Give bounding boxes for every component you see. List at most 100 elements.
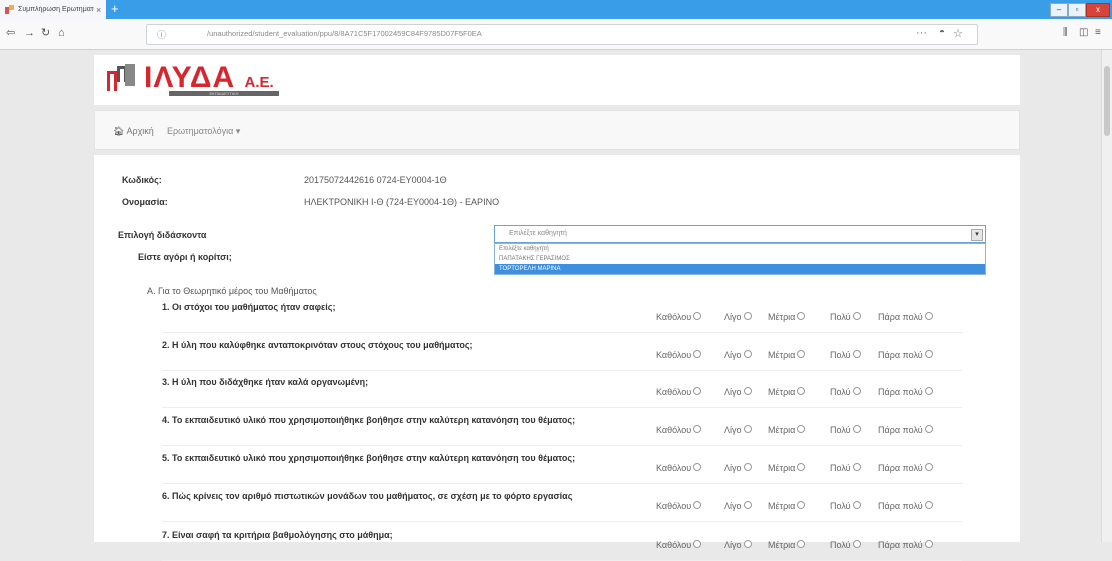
radio-button[interactable] bbox=[743, 387, 752, 395]
rating-option[interactable]: Μέτρια bbox=[768, 425, 806, 435]
window-minimize-button[interactable]: – bbox=[1050, 3, 1068, 17]
radio-button[interactable] bbox=[924, 425, 933, 433]
question-row: 5. Το εκπαιδευτικό υλικό που χρησιμοποιή… bbox=[162, 453, 962, 484]
teacher-select-label: Επιλογή διδάσκοντα bbox=[118, 230, 207, 240]
radio-button[interactable] bbox=[797, 387, 806, 395]
sidebar-icon[interactable]: ◫ bbox=[1079, 26, 1088, 40]
radio-button[interactable] bbox=[924, 540, 933, 548]
rating-option[interactable]: Καθόλου bbox=[656, 350, 702, 360]
radio-button[interactable] bbox=[852, 350, 861, 358]
rating-option-label: Καθόλου bbox=[656, 387, 692, 397]
browser-tab[interactable]: Συμπλήρωση Ερωτηματολογ × bbox=[0, 0, 106, 19]
window-close-button[interactable]: x bbox=[1086, 3, 1110, 17]
url-text[interactable]: /unauthorized/student_evaluation/ppu/8/8… bbox=[207, 29, 482, 38]
radio-button[interactable] bbox=[852, 501, 861, 509]
new-tab-button[interactable]: + bbox=[111, 1, 119, 17]
rating-option[interactable]: Καθόλου bbox=[656, 463, 702, 473]
teacher-option[interactable]: ΠΑΠΑΤΑΚΗΣ ΓΕΡΑΣΙΜΟΣ bbox=[495, 254, 985, 264]
radio-button[interactable] bbox=[743, 540, 752, 548]
rating-option[interactable]: Πολύ bbox=[830, 350, 861, 360]
radio-button[interactable] bbox=[852, 312, 861, 320]
radio-button[interactable] bbox=[743, 425, 752, 433]
teacher-select[interactable]: Επιλέξτε καθηγητή ▾ bbox=[494, 225, 986, 243]
rating-option[interactable]: Καθόλου bbox=[656, 501, 702, 511]
radio-button[interactable] bbox=[924, 387, 933, 395]
rating-option[interactable]: Πολύ bbox=[830, 463, 861, 473]
rating-option[interactable]: Λίγο bbox=[724, 350, 752, 360]
radio-button[interactable] bbox=[693, 425, 702, 433]
rating-option[interactable]: Λίγο bbox=[724, 463, 752, 473]
rating-option[interactable]: Πάρα πολύ bbox=[878, 350, 933, 360]
rating-option[interactable]: Λίγο bbox=[724, 501, 752, 511]
rating-option[interactable]: Πολύ bbox=[830, 312, 861, 322]
url-bar[interactable]: ⓘ /unauthorized/student_evaluation/ppu/8… bbox=[146, 24, 978, 45]
rating-option[interactable]: Πάρα πολύ bbox=[878, 312, 933, 322]
teacher-option-highlighted[interactable]: ΤΟΡΤΟΡΕΛΗ ΜΑΡΙΝΑ bbox=[495, 264, 985, 274]
rating-option[interactable]: Πάρα πολύ bbox=[878, 501, 933, 511]
radio-button[interactable] bbox=[693, 387, 702, 395]
radio-button[interactable] bbox=[797, 540, 806, 548]
rating-option[interactable]: Μέτρια bbox=[768, 463, 806, 473]
radio-button[interactable] bbox=[693, 312, 702, 320]
rating-option[interactable]: Καθόλου bbox=[656, 312, 702, 322]
radio-button[interactable] bbox=[852, 425, 861, 433]
radio-button[interactable] bbox=[743, 463, 752, 471]
radio-button[interactable] bbox=[852, 463, 861, 471]
rating-option-label: Καθόλου bbox=[656, 350, 692, 360]
pocket-icon[interactable]: ◓ bbox=[939, 27, 945, 38]
radio-button[interactable] bbox=[924, 501, 933, 509]
rating-option[interactable]: Πάρα πολύ bbox=[878, 425, 933, 435]
nav-questionnaires-dropdown[interactable]: Ερωτηματολόγια ▾ bbox=[167, 126, 240, 137]
page-actions-icon[interactable]: ··· bbox=[916, 27, 927, 39]
chevron-down-icon[interactable]: ▾ bbox=[971, 229, 983, 241]
bookmark-star-icon[interactable]: ☆ bbox=[953, 27, 963, 40]
radio-button[interactable] bbox=[693, 463, 702, 471]
home-icon[interactable]: ⌂ bbox=[58, 26, 65, 40]
rating-option[interactable]: Μέτρια bbox=[768, 501, 806, 511]
radio-button[interactable] bbox=[797, 463, 806, 471]
radio-button[interactable] bbox=[797, 501, 806, 509]
forward-icon[interactable]: → bbox=[24, 26, 35, 40]
radio-button[interactable] bbox=[693, 501, 702, 509]
rating-option[interactable]: Λίγο bbox=[724, 312, 752, 322]
radio-button[interactable] bbox=[797, 312, 806, 320]
rating-option[interactable]: Πολύ bbox=[830, 387, 861, 397]
library-icon[interactable]: ⫼ bbox=[1063, 26, 1068, 40]
teacher-option[interactable]: Επιλέξτε καθηγητή bbox=[495, 244, 985, 254]
rating-option[interactable]: Πάρα πολύ bbox=[878, 463, 933, 473]
hamburger-menu-icon[interactable]: ≡ bbox=[1095, 26, 1101, 40]
section-title: Α. Για το Θεωρητικό μέρος του Μαθήματος bbox=[147, 286, 317, 296]
radio-button[interactable] bbox=[924, 350, 933, 358]
rating-option[interactable]: Πολύ bbox=[830, 425, 861, 435]
rating-option[interactable]: Καθόλου bbox=[656, 425, 702, 435]
nav-home-link[interactable]: 🏠︎ Αρχική bbox=[113, 126, 154, 137]
radio-button[interactable] bbox=[852, 540, 861, 548]
question-row: 6. Πώς κρίνεις τον αριθμό πιστωτικών μον… bbox=[162, 491, 962, 522]
radio-button[interactable] bbox=[743, 501, 752, 509]
rating-option[interactable]: Λίγο bbox=[724, 387, 752, 397]
radio-button[interactable] bbox=[852, 387, 861, 395]
rating-option[interactable]: Πολύ bbox=[830, 501, 861, 511]
page-scrollbar[interactable] bbox=[1101, 50, 1112, 542]
radio-button[interactable] bbox=[924, 463, 933, 471]
rating-option[interactable]: Λίγο bbox=[724, 425, 752, 435]
rating-option[interactable]: Μέτρια bbox=[768, 350, 806, 360]
window-maximize-button[interactable]: ▫ bbox=[1068, 3, 1086, 17]
radio-button[interactable] bbox=[693, 350, 702, 358]
rating-option-label: Λίγο bbox=[724, 463, 742, 473]
scrollbar-thumb[interactable] bbox=[1104, 66, 1110, 136]
radio-button[interactable] bbox=[924, 312, 933, 320]
rating-option[interactable]: Μέτρια bbox=[768, 312, 806, 322]
site-info-icon[interactable]: ⓘ bbox=[157, 28, 166, 41]
rating-option[interactable]: Πάρα πολύ bbox=[878, 387, 933, 397]
radio-button[interactable] bbox=[797, 350, 806, 358]
reload-icon[interactable]: ↻ bbox=[41, 26, 50, 40]
tab-close-icon[interactable]: × bbox=[96, 5, 101, 15]
radio-button[interactable] bbox=[797, 425, 806, 433]
rating-option[interactable]: Καθόλου bbox=[656, 387, 702, 397]
rating-option[interactable]: Μέτρια bbox=[768, 387, 806, 397]
back-icon[interactable]: ⇦ bbox=[6, 26, 15, 40]
radio-button[interactable] bbox=[693, 540, 702, 548]
radio-button[interactable] bbox=[743, 312, 752, 320]
radio-button[interactable] bbox=[743, 350, 752, 358]
